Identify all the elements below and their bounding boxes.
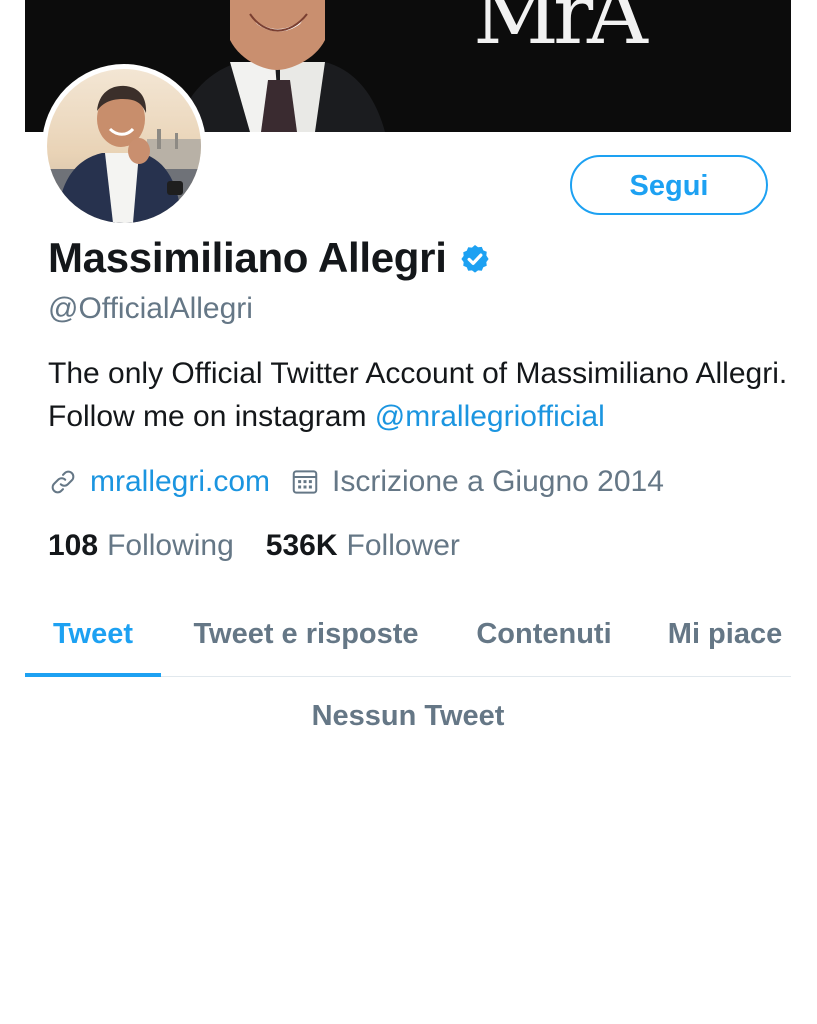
tab-tweets[interactable]: Tweet bbox=[25, 598, 161, 676]
banner-logo: MrA bbox=[473, 0, 648, 63]
followers-label: Follower bbox=[346, 529, 460, 562]
calendar-icon bbox=[292, 470, 318, 494]
tab-tweets-and-replies[interactable]: Tweet e risposte bbox=[183, 598, 429, 676]
following-stat[interactable]: 108 Following bbox=[48, 529, 234, 563]
profile-name-row: Massimiliano Allegri bbox=[48, 232, 491, 284]
profile-stats: 108 Following 536K Follower bbox=[48, 524, 460, 568]
followers-count: 536K bbox=[265, 529, 338, 562]
verified-badge-icon bbox=[460, 245, 489, 273]
link-icon bbox=[51, 470, 75, 494]
following-label: Following bbox=[107, 529, 234, 562]
website-link[interactable]: mrallegri.com bbox=[90, 465, 270, 499]
active-tab-indicator bbox=[25, 673, 161, 677]
profile-tabs: Tweet Tweet e risposte Contenuti Mi piac… bbox=[25, 598, 791, 677]
join-date: Iscrizione a Giugno 2014 bbox=[332, 465, 664, 498]
bio-mention-link[interactable]: @mrallegriofficial bbox=[375, 400, 605, 433]
profile-handle: @OfficialAllegri bbox=[48, 292, 253, 325]
followers-stat[interactable]: 536K Follower bbox=[266, 529, 460, 563]
profile-display-name: Massimiliano Allegri bbox=[48, 234, 447, 281]
tab-likes[interactable]: Mi piace bbox=[661, 598, 789, 676]
profile-bio: The only Official Twitter Account of Mas… bbox=[48, 352, 788, 438]
tab-media[interactable]: Contenuti bbox=[471, 598, 617, 676]
empty-feed-message: Nessun Tweet bbox=[311, 700, 505, 732]
profile-meta-row: mrallegri.com Iscrizione a Giugno 2014 bbox=[48, 460, 664, 504]
following-count: 108 bbox=[48, 529, 99, 562]
profile-avatar[interactable] bbox=[42, 64, 206, 228]
profile-page: MrA Segui Massimiliano Allegri @Official… bbox=[0, 0, 817, 1024]
follow-button[interactable]: Segui bbox=[570, 155, 768, 215]
avatar-photo bbox=[47, 69, 201, 223]
